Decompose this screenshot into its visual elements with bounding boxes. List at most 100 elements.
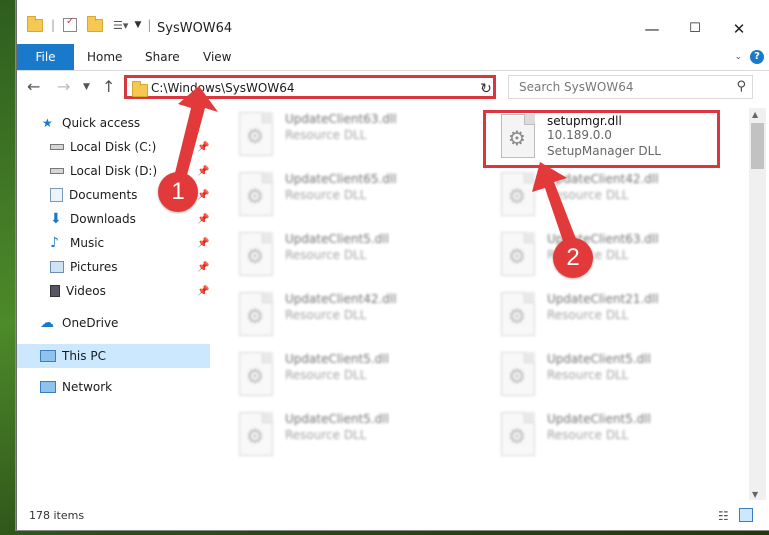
file-item[interactable]: ⚙ UpdateClient21.dll Resource DLL <box>487 288 727 344</box>
toolbar-separator: | <box>147 18 152 32</box>
tab-share[interactable]: Share <box>145 44 180 70</box>
chevron-down-icon[interactable]: ▼ <box>134 20 141 30</box>
file-item[interactable]: ⚙ UpdateClient63.dll Resource DLL <box>225 108 465 164</box>
large-icons-view-icon[interactable] <box>739 508 753 522</box>
sidebar-item-documents[interactable]: Documents <box>50 184 137 206</box>
file-type: Resource DLL <box>547 428 629 442</box>
sidebar-item-label: Videos <box>66 284 106 298</box>
file-name: UpdateClient5.dll <box>547 412 651 426</box>
sidebar-item-downloads[interactable]: ⬇ Downloads <box>50 208 136 230</box>
pin-icon[interactable]: 📌 <box>197 238 209 249</box>
file-type: Resource DLL <box>285 188 367 202</box>
sidebar-item-pictures[interactable]: Pictures <box>50 256 118 278</box>
sidebar-item-network[interactable]: Network <box>40 376 112 398</box>
sidebar-item-onedrive[interactable]: ☁ OneDrive <box>40 312 118 334</box>
search-input[interactable]: Search SysWOW64 <box>519 80 633 94</box>
file-item[interactable]: ⚙ UpdateClient5.dll Resource DLL <box>225 228 465 284</box>
documents-icon <box>50 187 63 202</box>
forward-arrow-icon[interactable]: → <box>57 77 70 96</box>
pin-icon[interactable]: 📌 <box>197 214 209 225</box>
file-item[interactable]: ⚙ UpdateClient65.dll Resource DLL <box>225 168 465 224</box>
tab-view[interactable]: View <box>203 44 231 70</box>
back-arrow-icon[interactable]: ← <box>27 77 40 96</box>
details-view-icon[interactable]: ☷ <box>718 509 729 523</box>
tab-home[interactable]: Home <box>87 44 122 70</box>
file-item[interactable]: ⚙ UpdateClient5.dll Resource DLL <box>487 408 727 464</box>
file-item[interactable]: ⚙ UpdateClient5.dll Resource DLL <box>225 408 465 464</box>
file-name: UpdateClient5.dll <box>285 232 389 246</box>
pin-icon[interactable]: 📌 <box>197 166 209 177</box>
gear-icon: ⚙ <box>508 244 526 268</box>
recent-locations-icon[interactable]: ▼ <box>83 82 90 92</box>
sidebar-item-label: Network <box>62 380 113 394</box>
gear-icon: ⚙ <box>508 184 526 208</box>
pin-icon[interactable]: 📌 <box>197 262 209 273</box>
sidebar-item-label: Downloads <box>70 212 136 226</box>
file-name: UpdateClient5.dll <box>547 352 651 366</box>
file-name: UpdateClient42.dll <box>285 292 397 306</box>
sidebar-item-label: This PC <box>62 349 106 363</box>
file-type: Resource DLL <box>285 308 367 322</box>
sidebar-item-local-disk-c[interactable]: Local Disk (C:) <box>50 136 156 158</box>
download-icon: ⬇ <box>50 210 62 227</box>
scroll-down-icon[interactable]: ▼ <box>752 490 758 499</box>
file-item[interactable]: ⚙ UpdateClient42.dll Resource DLL <box>487 168 727 224</box>
sidebar-item-label: Pictures <box>70 260 118 274</box>
address-text: C:\Windows\SysWOW64 <box>151 81 295 95</box>
file-item[interactable]: ⚙ UpdateClient42.dll Resource DLL <box>225 288 465 344</box>
file-item[interactable]: ⚙ UpdateClient5.dll Resource DLL <box>487 348 727 404</box>
sidebar-item-quick-access[interactable]: ★ Quick access <box>42 112 140 134</box>
close-button[interactable]: ✕ <box>716 14 762 44</box>
gear-icon: ⚙ <box>246 244 264 268</box>
search-box[interactable]: Search SysWOW64 ⚲ <box>508 75 753 99</box>
expand-ribbon-icon[interactable]: ⌄ <box>734 52 742 62</box>
file-item[interactable]: ⚙ UpdateClient63.dll Resource DLL <box>487 228 727 284</box>
help-icon[interactable]: ? <box>750 50 764 64</box>
pin-icon[interactable]: 📌 <box>197 286 209 297</box>
sidebar-item-music[interactable]: ♪ Music <box>50 232 104 254</box>
customize-toolbar-icon[interactable]: ☰▾ <box>113 19 128 32</box>
music-icon: ♪ <box>50 234 59 251</box>
videos-icon <box>50 284 60 297</box>
file-name: UpdateClient63.dll <box>285 112 397 126</box>
star-icon: ★ <box>42 115 53 130</box>
up-arrow-icon[interactable]: ↑ <box>102 77 115 96</box>
highlight-box-file <box>483 110 720 168</box>
new-folder-icon[interactable] <box>87 15 104 32</box>
properties-icon[interactable]: ✓ <box>63 16 78 32</box>
file-name: UpdateClient42.dll <box>547 172 659 186</box>
scroll-thumb[interactable] <box>751 123 764 169</box>
tab-file[interactable]: File <box>17 44 74 70</box>
sidebar-item-this-pc[interactable]: This PC <box>40 345 106 367</box>
search-icon[interactable]: ⚲ <box>736 79 746 94</box>
refresh-icon[interactable]: ↻ <box>476 79 496 99</box>
drive-icon <box>50 143 64 150</box>
pin-icon[interactable]: 📌 <box>197 142 209 153</box>
sidebar-item-label: Quick access <box>62 116 141 130</box>
pin-icon[interactable]: 📌 <box>197 190 209 201</box>
gear-icon: ⚙ <box>246 184 264 208</box>
sidebar-item-local-disk-d[interactable]: Local Disk (D:) <box>50 160 157 182</box>
toolbar-separator: | <box>51 18 56 32</box>
vertical-scrollbar[interactable]: ▲ ▼ <box>749 108 766 500</box>
file-type: Resource DLL <box>547 188 629 202</box>
file-name: UpdateClient5.dll <box>285 352 389 366</box>
gear-icon: ⚙ <box>246 124 264 148</box>
cloud-icon: ☁ <box>40 314 54 331</box>
status-bar: 178 items ☷ <box>17 505 769 527</box>
gear-icon: ⚙ <box>508 424 526 448</box>
file-type: Resource DLL <box>285 248 367 262</box>
sidebar-item-label: Local Disk (D:) <box>70 164 158 178</box>
minimize-button[interactable]: — <box>629 14 675 44</box>
drive-icon <box>50 167 64 174</box>
maximize-button[interactable]: ☐ <box>672 14 718 44</box>
file-item[interactable]: ⚙ UpdateClient5.dll Resource DLL <box>225 348 465 404</box>
window-title: SysWOW64 <box>157 21 233 36</box>
address-bar[interactable]: C:\Windows\SysWOW64 ⌄ <box>124 75 496 99</box>
item-count: 178 items <box>29 509 85 522</box>
file-type: Resource DLL <box>285 128 367 142</box>
sidebar-item-videos[interactable]: Videos <box>50 280 106 302</box>
step-marker-1: 1 <box>158 172 198 212</box>
scroll-up-icon[interactable]: ▲ <box>752 110 758 119</box>
gear-icon: ⚙ <box>246 364 264 388</box>
